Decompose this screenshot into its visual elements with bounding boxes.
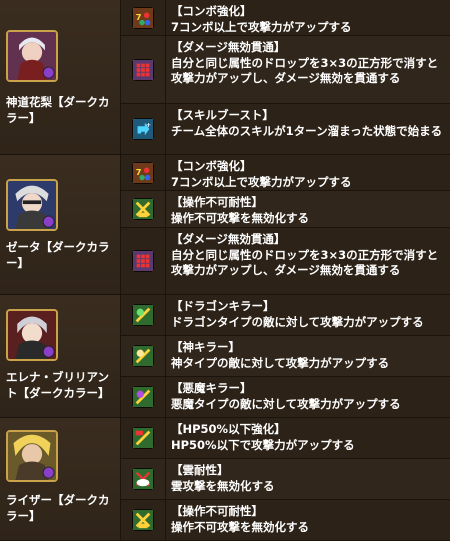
awakening-desc: ドラゴンタイプの敵に対して攻撃力がアップする (171, 314, 424, 329)
cloud-resist-icon (132, 468, 154, 490)
awakening-desc: 神タイプの敵に対して攻撃力がアップする (171, 355, 390, 370)
character-group: ライザー【ダークカラー】 【HP50%以下強化】 HP50%以下で攻撃力がアップす… (0, 418, 450, 541)
character-cell: エレナ・ブリリアント【ダークカラー】 (0, 295, 121, 418)
devil-killer-icon (132, 386, 154, 408)
awakening-row: 【悪魔キラー】 悪魔タイプの敵に対して攻撃力がアップする (121, 377, 450, 418)
awakening-title: 【ダメージ無効貫通】 (171, 40, 286, 54)
character-name: エレナ・ブリリアント【ダークカラー】 (6, 370, 110, 400)
awakening-title: 【雲耐性】 (171, 463, 229, 477)
character-name: ライザー【ダークカラー】 (6, 493, 110, 523)
awakening-desc: 操作不可攻撃を無効化する (171, 210, 309, 225)
awakening-desc: 7コンボ以上で攻撃力がアップする (171, 19, 352, 34)
awakening-title: 【HP50%以下強化】 (171, 422, 286, 436)
god-killer-icon (132, 345, 154, 367)
awakening-row: 【HP50%以下強化】 HP50%以下で攻撃力がアップする (121, 418, 450, 459)
awakening-row: 【操作不可耐性】 操作不可攻撃を無効化する (121, 500, 450, 541)
awakening-desc: 悪魔タイプの敵に対して攻撃力がアップする (171, 396, 401, 411)
awakening-title: 【操作不可耐性】 (171, 195, 263, 209)
character-portrait[interactable] (6, 430, 58, 482)
character-name: 神道花梨【ダークカラー】 (6, 95, 110, 125)
awakening-title: 【コンボ強化】 (171, 4, 252, 18)
awakening-desc: 雲攻撃を無効化する (171, 478, 275, 493)
awakening-desc: チーム全体のスキルが1ターン溜まった状態で始まる (171, 123, 443, 138)
damage-void-pierce-icon (132, 250, 154, 272)
hp50-below-enhance-icon (132, 427, 154, 449)
awakening-row: + 【スキルブースト】 チーム全体のスキルが1ターン溜まった状態で始まる (121, 104, 450, 155)
character-cell: ライザー【ダークカラー】 (0, 418, 121, 541)
unable-to-operate-resist-icon (132, 509, 154, 531)
awakening-title: 【神キラー】 (171, 340, 240, 354)
awakening-title: 【ドラゴンキラー】 (171, 299, 275, 313)
svg-text:+: + (146, 122, 151, 129)
awakening-row: 【神キラー】 神タイプの敵に対して攻撃力がアップする (121, 336, 450, 377)
awakening-row: 【ダメージ無効貫通】 自分と同じ属性のドロップを3×3の正方形で消すと攻撃力がアッ… (121, 36, 450, 104)
character-group: 神道花梨【ダークカラー】 7 【コンボ強化】 7コンボ以上で攻撃力がアップする 【… (0, 0, 450, 155)
awakening-table: 神道花梨【ダークカラー】 7 【コンボ強化】 7コンボ以上で攻撃力がアップする 【… (0, 0, 450, 541)
character-cell: ゼータ【ダークカラー】 (0, 155, 121, 295)
awakening-title: 【操作不可耐性】 (171, 504, 263, 518)
awakening-title: 【コンボ強化】 (171, 159, 252, 173)
awakening-desc: HP50%以下で攻撃力がアップする (171, 437, 355, 452)
character-group: ゼータ【ダークカラー】 7 【コンボ強化】 7コンボ以上で攻撃力がアップする 【操… (0, 155, 450, 295)
character-portrait[interactable] (6, 309, 58, 361)
awakening-desc: 自分と同じ属性のドロップを3×3の正方形で消すと攻撃力がアップし、ダメージ無効を… (171, 247, 439, 278)
awakening-title: 【ダメージ無効貫通】 (171, 232, 286, 246)
character-portrait[interactable] (6, 30, 58, 82)
awakening-row: 【操作不可耐性】 操作不可攻撃を無効化する (121, 191, 450, 228)
awakening-row: 【ダメージ無効貫通】 自分と同じ属性のドロップを3×3の正方形で消すと攻撃力がアッ… (121, 228, 450, 295)
awakening-title: 【悪魔キラー】 (171, 381, 252, 395)
character-group: エレナ・ブリリアント【ダークカラー】 【ドラゴンキラー】 ドラゴンタイプの敵に対し… (0, 295, 450, 418)
character-cell: 神道花梨【ダークカラー】 (0, 0, 121, 155)
skill-boost-icon: + (132, 118, 154, 140)
awakening-desc: 自分と同じ属性のドロップを3×3の正方形で消すと攻撃力がアップし、ダメージ無効を… (171, 55, 439, 86)
dragon-killer-icon (132, 304, 154, 326)
unable-to-operate-resist-icon (132, 198, 154, 220)
awakening-row: 7 【コンボ強化】 7コンボ以上で攻撃力がアップする (121, 0, 450, 36)
awakening-row: 【雲耐性】 雲攻撃を無効化する (121, 459, 450, 500)
character-portrait[interactable] (6, 179, 58, 231)
character-name: ゼータ【ダークカラー】 (6, 240, 110, 270)
combo-enhance-icon: 7 (132, 161, 154, 184)
damage-void-pierce-icon (132, 58, 154, 81)
awakening-desc: 操作不可攻撃を無効化する (171, 519, 309, 534)
awakening-row: 【ドラゴンキラー】 ドラゴンタイプの敵に対して攻撃力がアップする (121, 295, 450, 336)
combo-enhance-icon: 7 (132, 6, 154, 29)
awakening-row: 7 【コンボ強化】 7コンボ以上で攻撃力がアップする (121, 155, 450, 191)
awakening-desc: 7コンボ以上で攻撃力がアップする (171, 174, 352, 189)
awakening-title: 【スキルブースト】 (171, 108, 274, 122)
